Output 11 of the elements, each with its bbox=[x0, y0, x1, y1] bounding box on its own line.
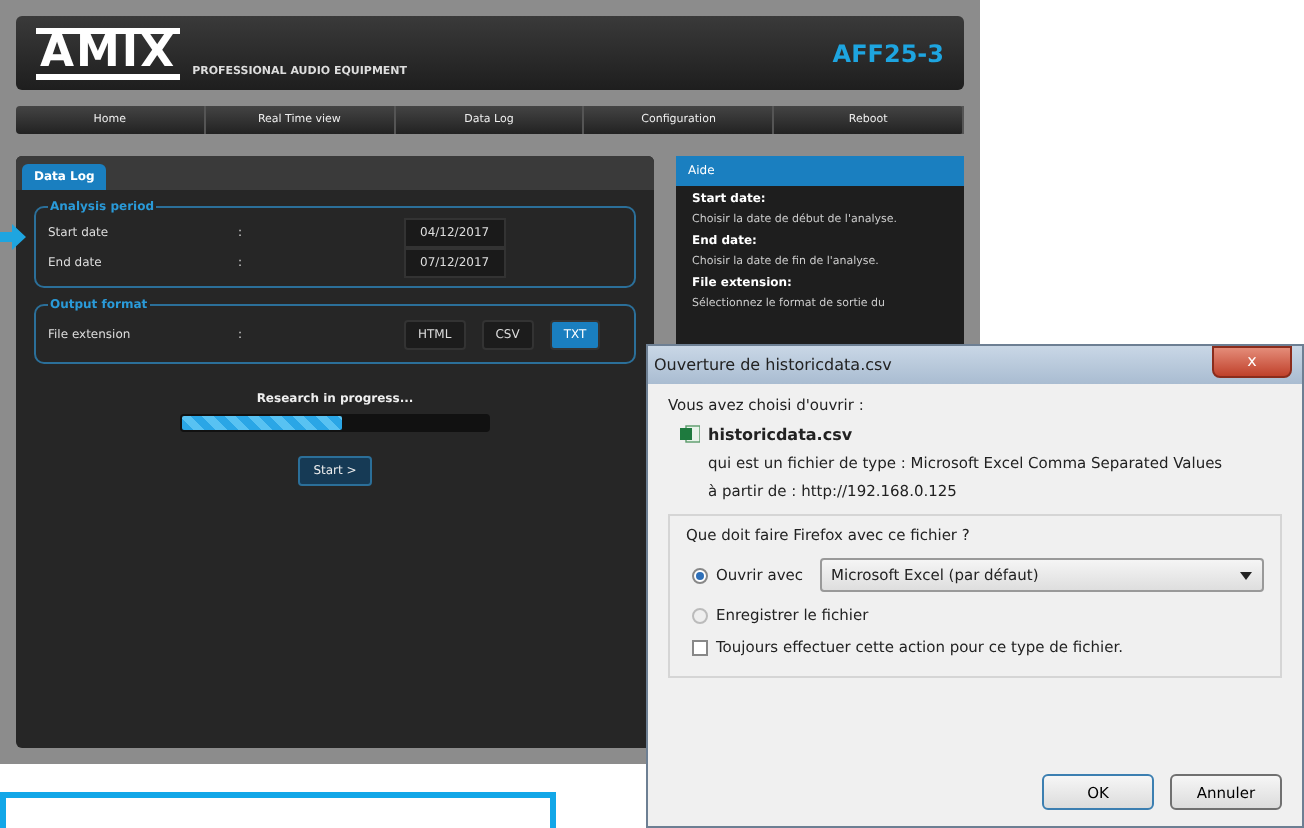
model-name: AFF25-3 bbox=[832, 39, 944, 67]
radio-button[interactable] bbox=[692, 607, 708, 623]
checkbox[interactable] bbox=[692, 639, 708, 655]
close-button[interactable]: x bbox=[1212, 345, 1292, 377]
file-name: historicdata.csv bbox=[708, 425, 853, 443]
arrow-icon bbox=[0, 224, 26, 250]
radio-button[interactable] bbox=[692, 567, 708, 583]
logo: AMIX bbox=[36, 27, 181, 79]
dialog-title: Ouverture de historicdata.csv bbox=[654, 356, 892, 374]
spreadsheet-icon bbox=[680, 424, 700, 444]
caret-icon bbox=[1240, 571, 1252, 579]
